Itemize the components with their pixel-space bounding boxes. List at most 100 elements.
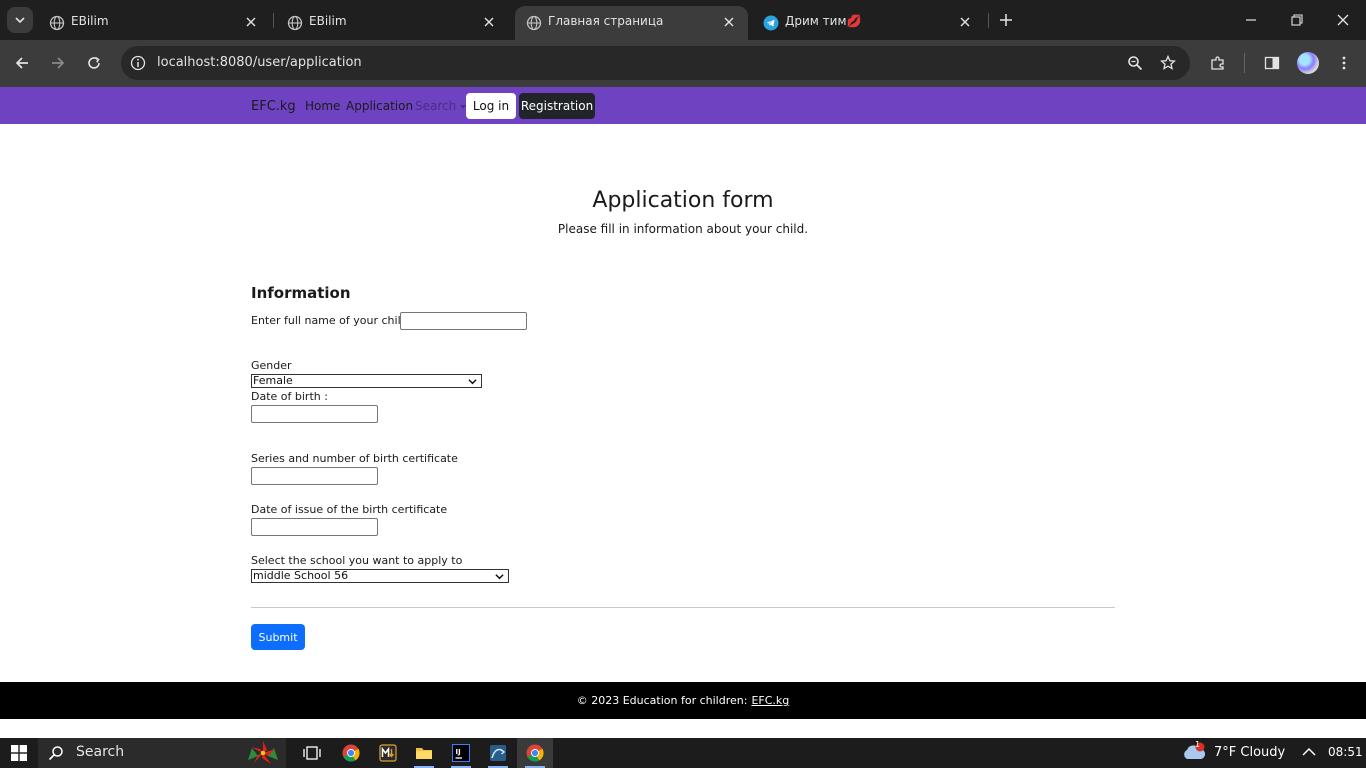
taskbar-markdown-app[interactable] (370, 738, 406, 768)
dob-input[interactable] (251, 405, 378, 423)
side-panel-button[interactable] (1259, 50, 1285, 76)
tab-separator (273, 13, 274, 28)
arrow-left-icon (15, 57, 28, 69)
tab-3-active[interactable]: Главная страница (515, 6, 748, 40)
form-divider (251, 607, 1115, 608)
issue-date-label: Date of issue of the birth certificate (251, 503, 448, 516)
chevron-down-icon (15, 17, 25, 24)
close-icon[interactable] (480, 13, 498, 31)
clock[interactable]: 08:51 (1328, 745, 1363, 759)
submit-button[interactable]: Submit (251, 624, 305, 650)
intellij-icon: IJ (452, 744, 470, 762)
footer-text: © 2023 Education for children: (576, 694, 748, 707)
taskbar-database-app[interactable] (480, 738, 516, 768)
fullname-input[interactable] (400, 312, 527, 330)
arrow-right-icon (52, 57, 65, 69)
markdown-app-icon (379, 744, 397, 762)
tab-search-button[interactable] (7, 7, 33, 33)
taskbar-search-text: Search (76, 744, 125, 760)
dob-label: Date of birth : (251, 390, 328, 403)
close-icon[interactable] (242, 13, 260, 31)
nav-link-home[interactable]: Home (305, 99, 340, 113)
certificate-input[interactable] (251, 467, 378, 485)
side-panel-icon (1264, 56, 1280, 70)
extensions-button[interactable] (1205, 50, 1231, 76)
weather-badge: 1 (1195, 740, 1201, 749)
url-text[interactable]: localhost:8080/user/application (157, 55, 362, 70)
toolbar-separator (1244, 53, 1245, 73)
gender-label: Gender (251, 359, 292, 372)
gender-selected-value: Female (253, 374, 293, 387)
reload-icon (88, 56, 100, 69)
start-button[interactable] (0, 738, 38, 768)
close-icon[interactable] (956, 13, 974, 31)
brand-link[interactable]: EFC.kg (251, 99, 296, 114)
tab-title: EBilim (71, 14, 109, 28)
minimize-button[interactable] (1228, 0, 1274, 40)
weather-text[interactable]: 7°F Cloudy (1214, 745, 1285, 760)
chrome-icon (342, 744, 360, 762)
task-view-icon (303, 746, 321, 760)
registration-button[interactable]: Registration (519, 93, 595, 119)
tray-chevron[interactable] (1302, 746, 1316, 762)
forward-button[interactable] (45, 50, 71, 76)
nav-link-application[interactable]: Application (346, 99, 413, 113)
chevron-down-icon (495, 574, 504, 580)
minimize-icon (1246, 19, 1256, 21)
address-bar[interactable]: localhost:8080/user/application (121, 46, 1190, 80)
info-icon[interactable] (130, 55, 146, 71)
page-title: Application form (592, 188, 774, 213)
site-footer: © 2023 Education for children: EFC.kg (0, 682, 1366, 719)
certificate-label: Series and number of birth certificate (251, 452, 458, 465)
search-icon (48, 746, 63, 761)
school-selected-value: middle School 56 (253, 569, 349, 582)
section-heading: Information (251, 284, 351, 302)
nav-dropdown-search[interactable]: Search (415, 99, 467, 113)
login-button[interactable]: Log in (466, 93, 516, 119)
tab-1[interactable]: EBilim (38, 6, 270, 40)
site-navbar: EFC.kg Home Application Search Log in Re… (0, 87, 1366, 124)
gender-select[interactable]: Female (251, 374, 482, 388)
restore-button[interactable] (1274, 0, 1320, 40)
telegram-icon (763, 15, 779, 31)
taskbar-search[interactable]: Search (38, 738, 286, 768)
taskbar-chrome-active[interactable] (517, 738, 553, 768)
profile-avatar[interactable] (1297, 52, 1319, 74)
tab-separator (988, 13, 989, 28)
poinsettia-icon (248, 741, 278, 764)
new-tab-button[interactable] (994, 9, 1018, 31)
close-window-button[interactable] (1320, 0, 1366, 40)
back-button[interactable] (9, 50, 35, 76)
globe-icon (526, 15, 542, 31)
puzzle-icon (1211, 56, 1224, 70)
chrome-icon (526, 744, 544, 762)
nav-dropdown-label: Search (415, 99, 457, 113)
close-icon[interactable] (720, 13, 738, 31)
chevron-down-icon (468, 379, 477, 385)
taskbar-chrome-app[interactable] (333, 738, 369, 768)
task-view-button[interactable] (294, 738, 330, 768)
tab-title: EBilim (309, 14, 347, 28)
tab-strip: EBilim EBilim Главная страница Дрим тим💋 (0, 0, 1366, 40)
tab-4[interactable]: Дрим тим💋 (752, 6, 984, 40)
plus-icon (1000, 14, 1012, 26)
taskbar-intellij-app[interactable]: IJ (443, 738, 479, 768)
zoom-icon[interactable] (1126, 54, 1144, 72)
cloud-icon (1184, 742, 1206, 759)
tab-2[interactable]: EBilim (276, 6, 508, 40)
reload-button[interactable] (81, 50, 107, 76)
browser-toolbar: localhost:8080/user/application (0, 40, 1366, 87)
page-lead: Please fill in information about your ch… (557, 222, 809, 236)
weather-widget[interactable] (1181, 742, 1207, 762)
windows-logo-icon (11, 745, 27, 761)
globe-icon (49, 15, 65, 31)
issue-date-input[interactable] (251, 518, 378, 536)
chevron-up-icon (1302, 747, 1316, 756)
bookmark-star-icon[interactable] (1159, 54, 1177, 72)
footer-link[interactable]: EFC.kg (751, 694, 789, 707)
taskbar-file-explorer[interactable] (406, 738, 442, 768)
school-select[interactable]: middle School 56 (251, 569, 509, 583)
fullname-label: Enter full name of your child (251, 314, 408, 327)
browser-menu-button[interactable] (1331, 50, 1357, 76)
folder-icon (416, 748, 432, 759)
